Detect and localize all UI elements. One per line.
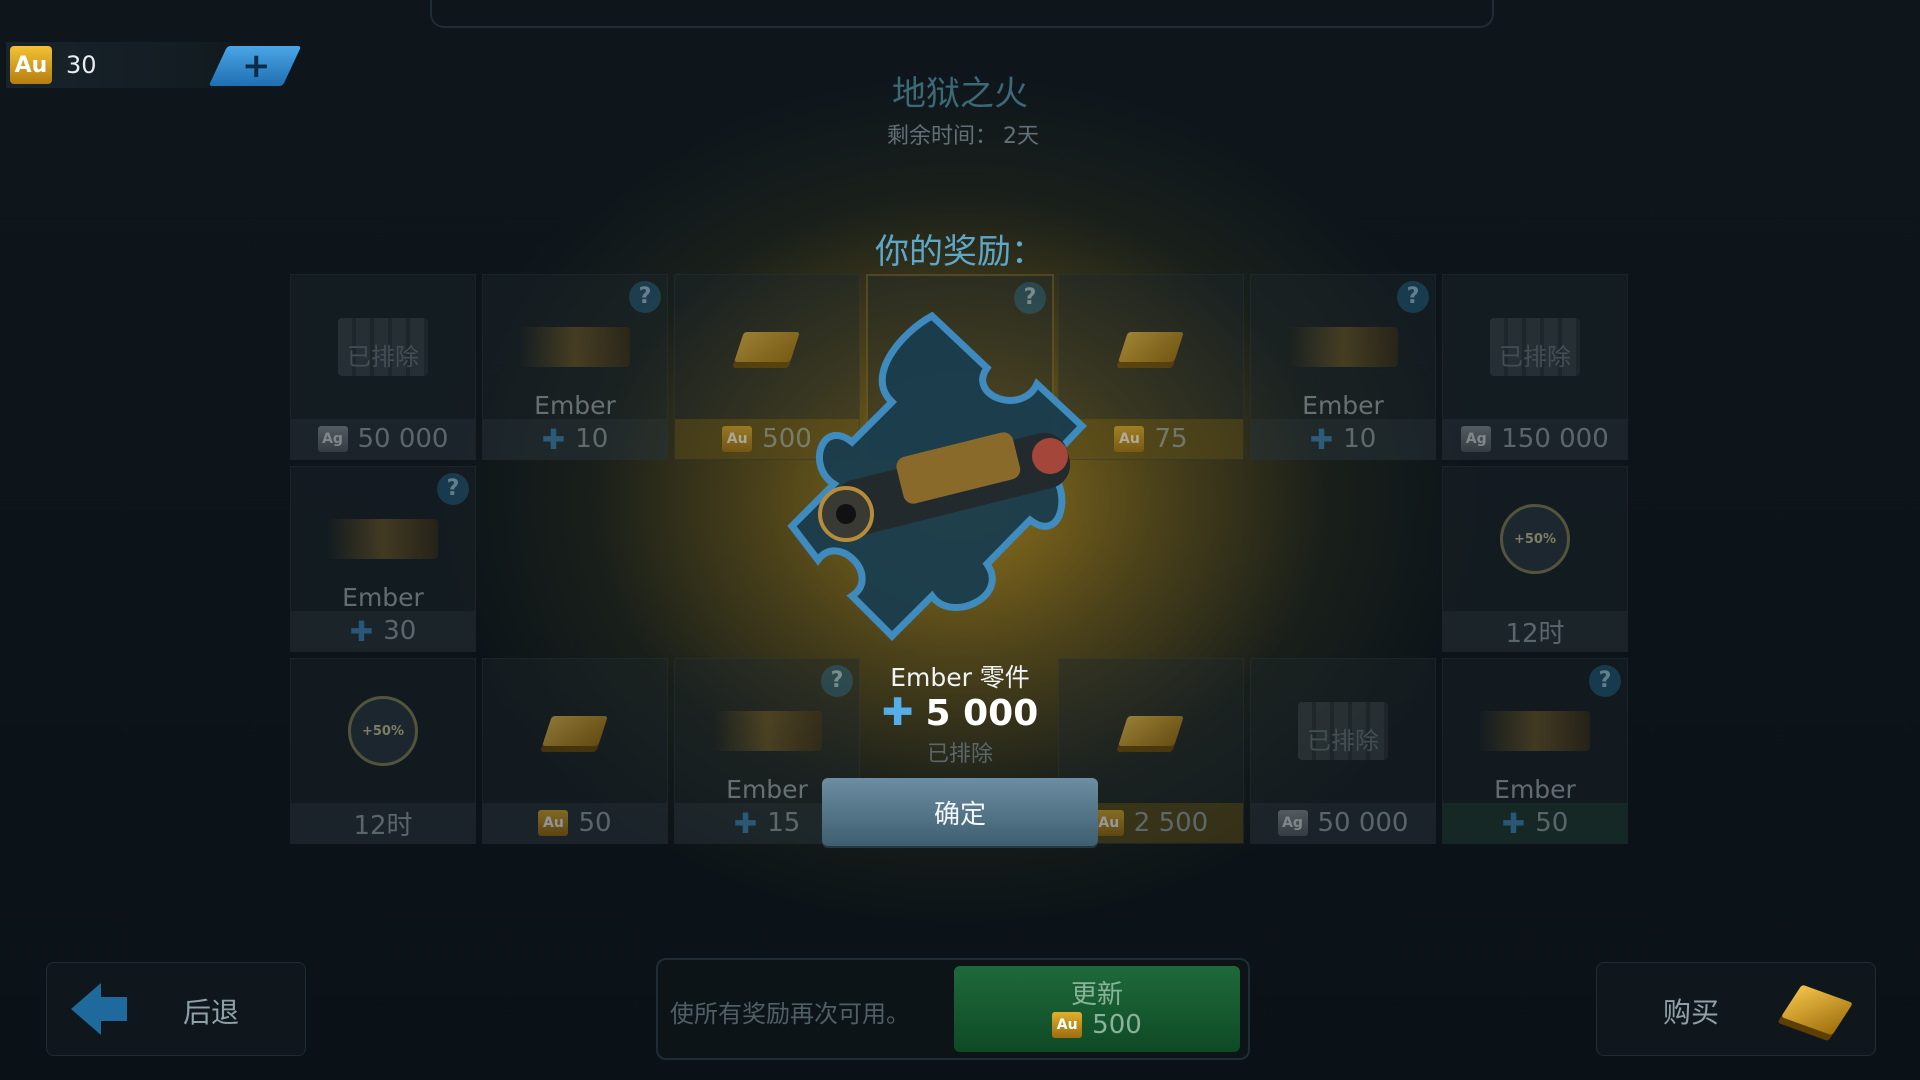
time-remaining-value: 2天 bbox=[1003, 124, 1039, 149]
back-arrow-icon bbox=[71, 983, 127, 1035]
buy-button[interactable]: 购买 bbox=[1596, 962, 1876, 1056]
puzzle-piece-icon: ✚ bbox=[733, 806, 758, 840]
puzzle-piece-icon: ✚ bbox=[349, 614, 374, 648]
top-frame bbox=[430, 0, 1494, 28]
silver-coin-icon: Ag bbox=[1461, 426, 1492, 452]
gold-coin-icon: Au bbox=[538, 810, 569, 836]
reward-value: ✚ 10 bbox=[483, 419, 667, 459]
reward-value: 12时 bbox=[1443, 611, 1627, 651]
reward-cell[interactable]: 已排除 Ag 150 000 bbox=[1442, 274, 1628, 460]
weapon-part-icon bbox=[520, 327, 630, 367]
time-remaining: 剩余时间： 2天 bbox=[0, 118, 1920, 150]
reward-value: Ag 150 000 bbox=[1443, 419, 1627, 459]
vip-badge-icon: +50% bbox=[1500, 504, 1570, 574]
silver-coin-icon: Ag bbox=[317, 426, 348, 452]
reward-cell[interactable]: ? Ember ✚ 30 bbox=[290, 466, 476, 652]
reward-name: Ember bbox=[534, 391, 616, 420]
silver-coin-icon: Ag bbox=[1277, 810, 1308, 836]
reward-cell[interactable]: +50% 12时 bbox=[1442, 466, 1628, 652]
reward-value: Au 50 bbox=[483, 803, 667, 843]
puzzle-piece-icon: ✚ bbox=[881, 690, 914, 734]
weapon-part-icon bbox=[1288, 327, 1398, 367]
back-button[interactable]: 后退 bbox=[46, 962, 306, 1056]
weapon-part-icon bbox=[328, 519, 438, 559]
excluded-label: 已排除 bbox=[1499, 343, 1571, 371]
reward-value: Ag 50 000 bbox=[1251, 803, 1435, 843]
reward-name: Ember bbox=[1494, 775, 1576, 804]
buy-button-label: 购买 bbox=[1663, 996, 1720, 1029]
gold-coin-icon: Au bbox=[722, 426, 753, 452]
back-button-label: 后退 bbox=[183, 996, 240, 1029]
refresh-panel: 使所有奖励再次可用。 更新 Au 500 bbox=[656, 958, 1250, 1060]
refresh-description: 使所有奖励再次可用。 bbox=[670, 1000, 910, 1028]
confirm-button[interactable]: 确定 bbox=[822, 778, 1098, 846]
reward-item-name: Ember 零件 bbox=[890, 663, 1030, 692]
gold-bar-icon bbox=[1780, 984, 1854, 1036]
reward-value: ✚ 10 bbox=[1251, 419, 1435, 459]
event-title: 地狱之火 bbox=[892, 74, 1028, 114]
reward-value: Ag 50 000 bbox=[291, 419, 475, 459]
refresh-cost: Au 500 bbox=[954, 1010, 1240, 1040]
puzzle-piece-icon: ✚ bbox=[1501, 806, 1526, 840]
puzzle-piece-icon: ✚ bbox=[541, 422, 566, 456]
excluded-overlay-text: 已排除 bbox=[926, 742, 993, 767]
gold-coin-icon: Au bbox=[1052, 1012, 1083, 1038]
reward-name: Ember bbox=[1302, 391, 1384, 420]
rewards-title: 你的奖励： bbox=[875, 232, 1045, 272]
puzzle-piece-icon: ✚ bbox=[1309, 422, 1334, 456]
reward-quantity: ✚ 5 000 bbox=[881, 690, 1039, 734]
reward-cell[interactable]: ? Ember ✚ 10 bbox=[1250, 274, 1436, 460]
refresh-button-label: 更新 bbox=[1070, 980, 1123, 1010]
gold-coin-icon: Au bbox=[1093, 810, 1124, 836]
puzzle-reward-art bbox=[787, 311, 1087, 641]
refresh-button[interactable]: 更新 Au 500 bbox=[954, 966, 1240, 1052]
excluded-label: 已排除 bbox=[347, 343, 419, 371]
reward-cell[interactable]: ? Ember ✚ 10 bbox=[482, 274, 668, 460]
reward-value: 12时 bbox=[291, 803, 475, 843]
reward-cell[interactable]: 已排除 Ag 50 000 bbox=[290, 274, 476, 460]
reward-value: ✚ 50 bbox=[1443, 803, 1627, 843]
reward-value: ✚ 30 bbox=[291, 611, 475, 651]
time-remaining-label: 剩余时间： bbox=[886, 124, 997, 149]
reward-name: Ember bbox=[342, 583, 424, 612]
